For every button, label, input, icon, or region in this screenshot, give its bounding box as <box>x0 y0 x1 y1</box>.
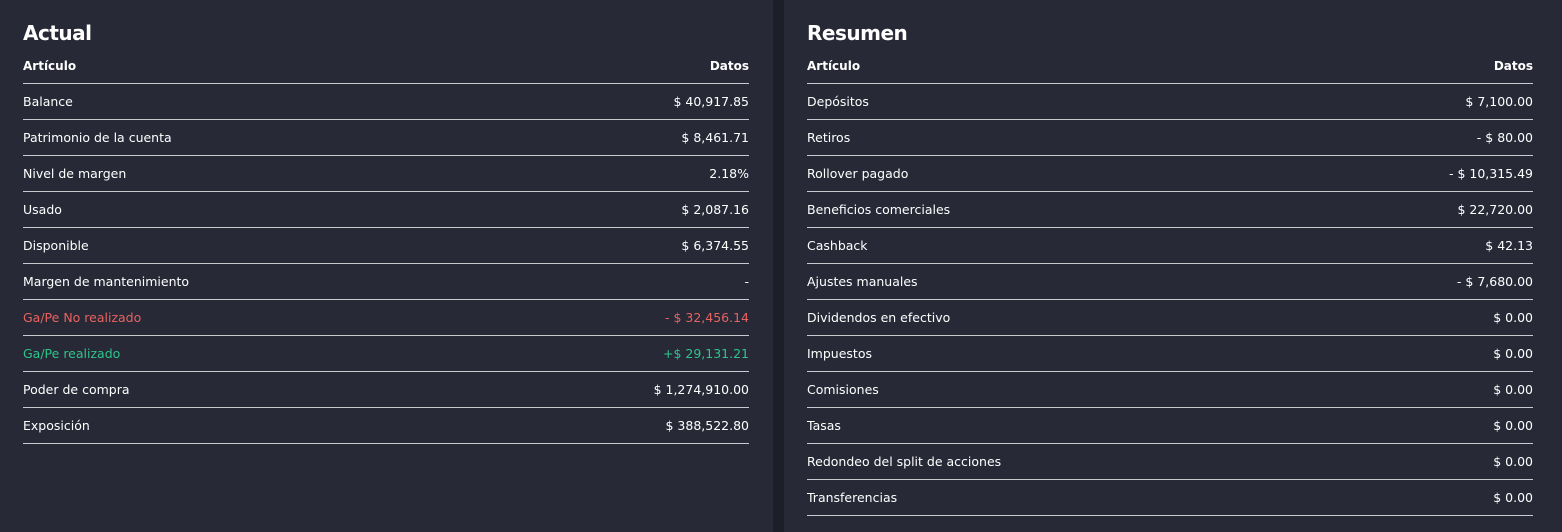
row-label: Poder de compra <box>23 382 130 397</box>
table-row: Beneficios comerciales $ 22,720.00 <box>807 192 1533 228</box>
table-row: Rollover pagado - $ 10,315.49 <box>807 156 1533 192</box>
row-value: 2.18% <box>709 166 749 181</box>
row-label: Retiros <box>807 130 851 145</box>
table-row: Dividendos en efectivo $ 0.00 <box>807 300 1533 336</box>
row-label: Impuestos <box>807 346 872 361</box>
table-row: Transferencias $ 0.00 <box>807 480 1533 516</box>
table-row: Tasas $ 0.00 <box>807 408 1533 444</box>
row-value: $ 0.00 <box>1493 490 1533 505</box>
table-row: Ajustes manuales - $ 7,680.00 <box>807 264 1533 300</box>
resumen-title: Resumen <box>807 21 908 45</box>
resumen-table-header: Artículo Datos <box>807 48 1533 84</box>
row-label: Cashback <box>807 238 868 253</box>
table-row: Comisiones $ 0.00 <box>807 372 1533 408</box>
row-label: Usado <box>23 202 62 217</box>
table-row: Ga/Pe No realizado - $ 32,456.14 <box>23 300 749 336</box>
row-label: Exposición <box>23 418 90 433</box>
table-row: Impuestos $ 0.00 <box>807 336 1533 372</box>
row-value: - <box>744 274 749 289</box>
row-value: +$ 29,131.21 <box>662 346 749 361</box>
row-value: $ 22,720.00 <box>1457 202 1533 217</box>
row-label: Dividendos en efectivo <box>807 310 951 325</box>
row-label: Transferencias <box>807 490 898 505</box>
row-value: - $ 7,680.00 <box>1456 274 1533 289</box>
actual-title: Actual <box>23 21 92 45</box>
table-row: Ga/Pe realizado +$ 29,131.21 <box>23 336 749 372</box>
table-row: Redondeo del split de acciones $ 0.00 <box>807 444 1533 480</box>
resumen-rows: Depósitos $ 7,100.00 Retiros - $ 80.00 Rollo… <box>807 84 1533 516</box>
row-value: $ 0.00 <box>1493 346 1533 361</box>
row-label: Depósitos <box>807 94 869 109</box>
table-row: Margen de mantenimiento - <box>23 264 749 300</box>
row-value: - $ 32,456.14 <box>664 310 749 325</box>
row-label: Disponible <box>23 238 89 253</box>
row-label: Ajustes manuales <box>807 274 918 289</box>
row-label: Tasas <box>807 418 841 433</box>
table-row: Usado $ 2,087.16 <box>23 192 749 228</box>
table-row: Depósitos $ 7,100.00 <box>807 84 1533 120</box>
row-label: Ga/Pe No realizado <box>23 310 142 325</box>
row-value: $ 0.00 <box>1493 418 1533 433</box>
resumen-panel: Resumen Artículo Datos Depósitos $ 7,100.… <box>784 0 1562 532</box>
table-row: Retiros - $ 80.00 <box>807 120 1533 156</box>
row-label: Redondeo del split de acciones <box>807 454 1002 469</box>
row-value: $ 8,461.71 <box>681 130 749 145</box>
account-summary-view: Actual Artículo Datos Balance $ 40,917.85… <box>0 0 1562 532</box>
row-label: Nivel de margen <box>23 166 127 181</box>
table-row: Balance $ 40,917.85 <box>23 84 749 120</box>
row-value: $ 0.00 <box>1493 310 1533 325</box>
actual-header-item: Artículo <box>23 58 77 73</box>
row-label: Ga/Pe realizado <box>23 346 121 361</box>
row-label: Balance <box>23 94 73 109</box>
row-value: $ 6,374.55 <box>681 238 749 253</box>
row-value: $ 2,087.16 <box>681 202 749 217</box>
actual-header-data: Datos <box>709 58 749 73</box>
row-value: $ 0.00 <box>1493 454 1533 469</box>
resumen-header-data: Datos <box>1493 58 1533 73</box>
resumen-table: Artículo Datos Depósitos $ 7,100.00 Retiro… <box>807 48 1533 516</box>
row-value: $ 7,100.00 <box>1465 94 1533 109</box>
table-row: Poder de compra $ 1,274,910.00 <box>23 372 749 408</box>
table-row: Nivel de margen 2.18% <box>23 156 749 192</box>
actual-table: Artículo Datos Balance $ 40,917.85 Patrimo… <box>23 48 749 444</box>
row-value: $ 0.00 <box>1493 382 1533 397</box>
actual-panel: Actual Artículo Datos Balance $ 40,917.85… <box>0 0 773 532</box>
row-value: $ 1,274,910.00 <box>653 382 749 397</box>
row-value: $ 388,522.80 <box>665 418 750 433</box>
row-value: - $ 80.00 <box>1476 130 1533 145</box>
table-row: Patrimonio de la cuenta $ 8,461.71 <box>23 120 749 156</box>
table-row: Exposición $ 388,522.80 <box>23 408 749 444</box>
table-row: Cashback $ 42.13 <box>807 228 1533 264</box>
row-label: Margen de mantenimiento <box>23 274 190 289</box>
row-value: $ 40,917.85 <box>673 94 749 109</box>
row-value: $ 42.13 <box>1485 238 1533 253</box>
resumen-header-item: Artículo <box>807 58 861 73</box>
table-row: Disponible $ 6,374.55 <box>23 228 749 264</box>
row-label: Comisiones <box>807 382 879 397</box>
actual-rows: Balance $ 40,917.85 Patrimonio de la cuent… <box>23 84 749 444</box>
actual-table-header: Artículo Datos <box>23 48 749 84</box>
row-label: Beneficios comerciales <box>807 202 951 217</box>
row-label: Patrimonio de la cuenta <box>23 130 172 145</box>
row-value: - $ 10,315.49 <box>1448 166 1533 181</box>
row-label: Rollover pagado <box>807 166 909 181</box>
